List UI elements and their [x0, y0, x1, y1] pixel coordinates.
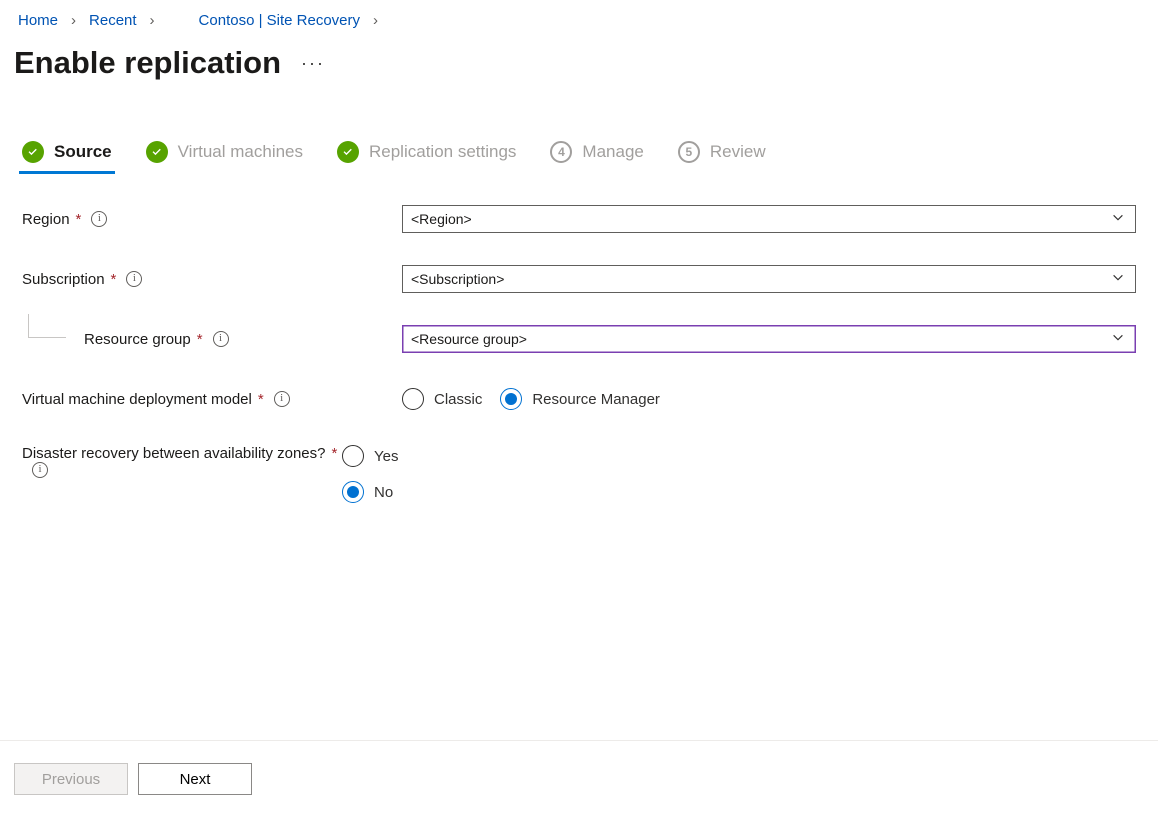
wizard-footer: Previous Next	[0, 740, 1158, 817]
breadcrumb: Home › Recent › Contoso | Site Recovery …	[0, 0, 1158, 31]
radio-label: Resource Manager	[532, 391, 660, 408]
tab-manage[interactable]: 4 Manage	[550, 141, 643, 173]
required-asterisk: *	[111, 271, 117, 288]
subscription-dropdown[interactable]: <Subscription>	[402, 265, 1136, 293]
page-title: Enable replication	[14, 45, 281, 81]
radio-icon	[402, 388, 424, 410]
info-icon[interactable]: i	[91, 211, 107, 227]
resource-group-label: Resource group * i	[22, 331, 402, 348]
radio-label: Classic	[434, 391, 482, 408]
deploy-model-label: Virtual machine deployment model * i	[22, 391, 402, 408]
wizard-tabs: Source Virtual machines Replication sett…	[0, 81, 1158, 173]
dropdown-value: <Subscription>	[411, 271, 504, 287]
step-number-icon: 5	[678, 141, 700, 163]
label-text: Subscription	[22, 271, 105, 288]
tab-source[interactable]: Source	[22, 141, 112, 173]
chevron-right-icon: ›	[65, 12, 82, 29]
region-dropdown[interactable]: <Region>	[402, 205, 1136, 233]
step-number-icon: 4	[550, 141, 572, 163]
tab-label: Virtual machines	[178, 142, 303, 162]
previous-button: Previous	[14, 763, 128, 795]
dr-zones-no-radio[interactable]: No	[342, 481, 1082, 503]
tab-label: Replication settings	[369, 142, 516, 162]
required-asterisk: *	[76, 211, 82, 228]
breadcrumb-home[interactable]: Home	[14, 10, 62, 31]
info-icon[interactable]: i	[32, 462, 48, 478]
form-area: Region * i <Region> Subscription * i <Su…	[0, 173, 1158, 503]
label-text: Region	[22, 211, 70, 228]
check-icon	[22, 141, 44, 163]
check-icon	[337, 141, 359, 163]
indent-connector-icon	[28, 314, 66, 338]
chevron-right-icon: ›	[144, 12, 161, 29]
resource-group-dropdown[interactable]: <Resource group>	[402, 325, 1136, 353]
check-icon	[146, 141, 168, 163]
tab-label: Source	[54, 142, 112, 162]
dr-zones-yes-radio[interactable]: Yes	[342, 445, 1082, 467]
label-text: Virtual machine deployment model	[22, 391, 252, 408]
required-asterisk: *	[197, 331, 203, 348]
deploy-model-rm-radio[interactable]: Resource Manager	[500, 388, 660, 410]
chevron-down-icon	[1111, 271, 1125, 288]
more-icon[interactable]: ···	[301, 53, 325, 74]
subscription-label: Subscription * i	[22, 271, 402, 288]
deploy-model-radio-group: Classic Resource Manager	[402, 385, 1136, 413]
dropdown-value: <Resource group>	[411, 331, 527, 347]
dr-zones-radio-group: Yes No	[342, 445, 1082, 503]
label-text: Disaster recovery between availability z…	[22, 445, 325, 462]
tab-label: Manage	[582, 142, 643, 162]
tab-replication-settings[interactable]: Replication settings	[337, 141, 516, 173]
chevron-down-icon	[1111, 331, 1125, 348]
radio-icon	[500, 388, 522, 410]
required-asterisk: *	[331, 445, 337, 462]
deploy-model-classic-radio[interactable]: Classic	[402, 388, 482, 410]
required-asterisk: *	[258, 391, 264, 408]
dr-zones-label: Disaster recovery between availability z…	[22, 445, 342, 478]
region-label: Region * i	[22, 211, 402, 228]
radio-label: No	[374, 484, 393, 501]
breadcrumb-contoso[interactable]: Contoso | Site Recovery	[195, 10, 364, 31]
info-icon[interactable]: i	[274, 391, 290, 407]
breadcrumb-recent[interactable]: Recent	[85, 10, 141, 31]
next-button[interactable]: Next	[138, 763, 252, 795]
dropdown-value: <Region>	[411, 211, 472, 227]
radio-icon	[342, 481, 364, 503]
radio-label: Yes	[374, 448, 398, 465]
radio-icon	[342, 445, 364, 467]
tab-virtual-machines[interactable]: Virtual machines	[146, 141, 303, 173]
tab-review[interactable]: 5 Review	[678, 141, 766, 173]
label-text: Resource group	[84, 331, 191, 348]
chevron-right-icon: ›	[367, 12, 384, 29]
chevron-down-icon	[1111, 211, 1125, 228]
info-icon[interactable]: i	[213, 331, 229, 347]
tab-label: Review	[710, 142, 766, 162]
info-icon[interactable]: i	[126, 271, 142, 287]
